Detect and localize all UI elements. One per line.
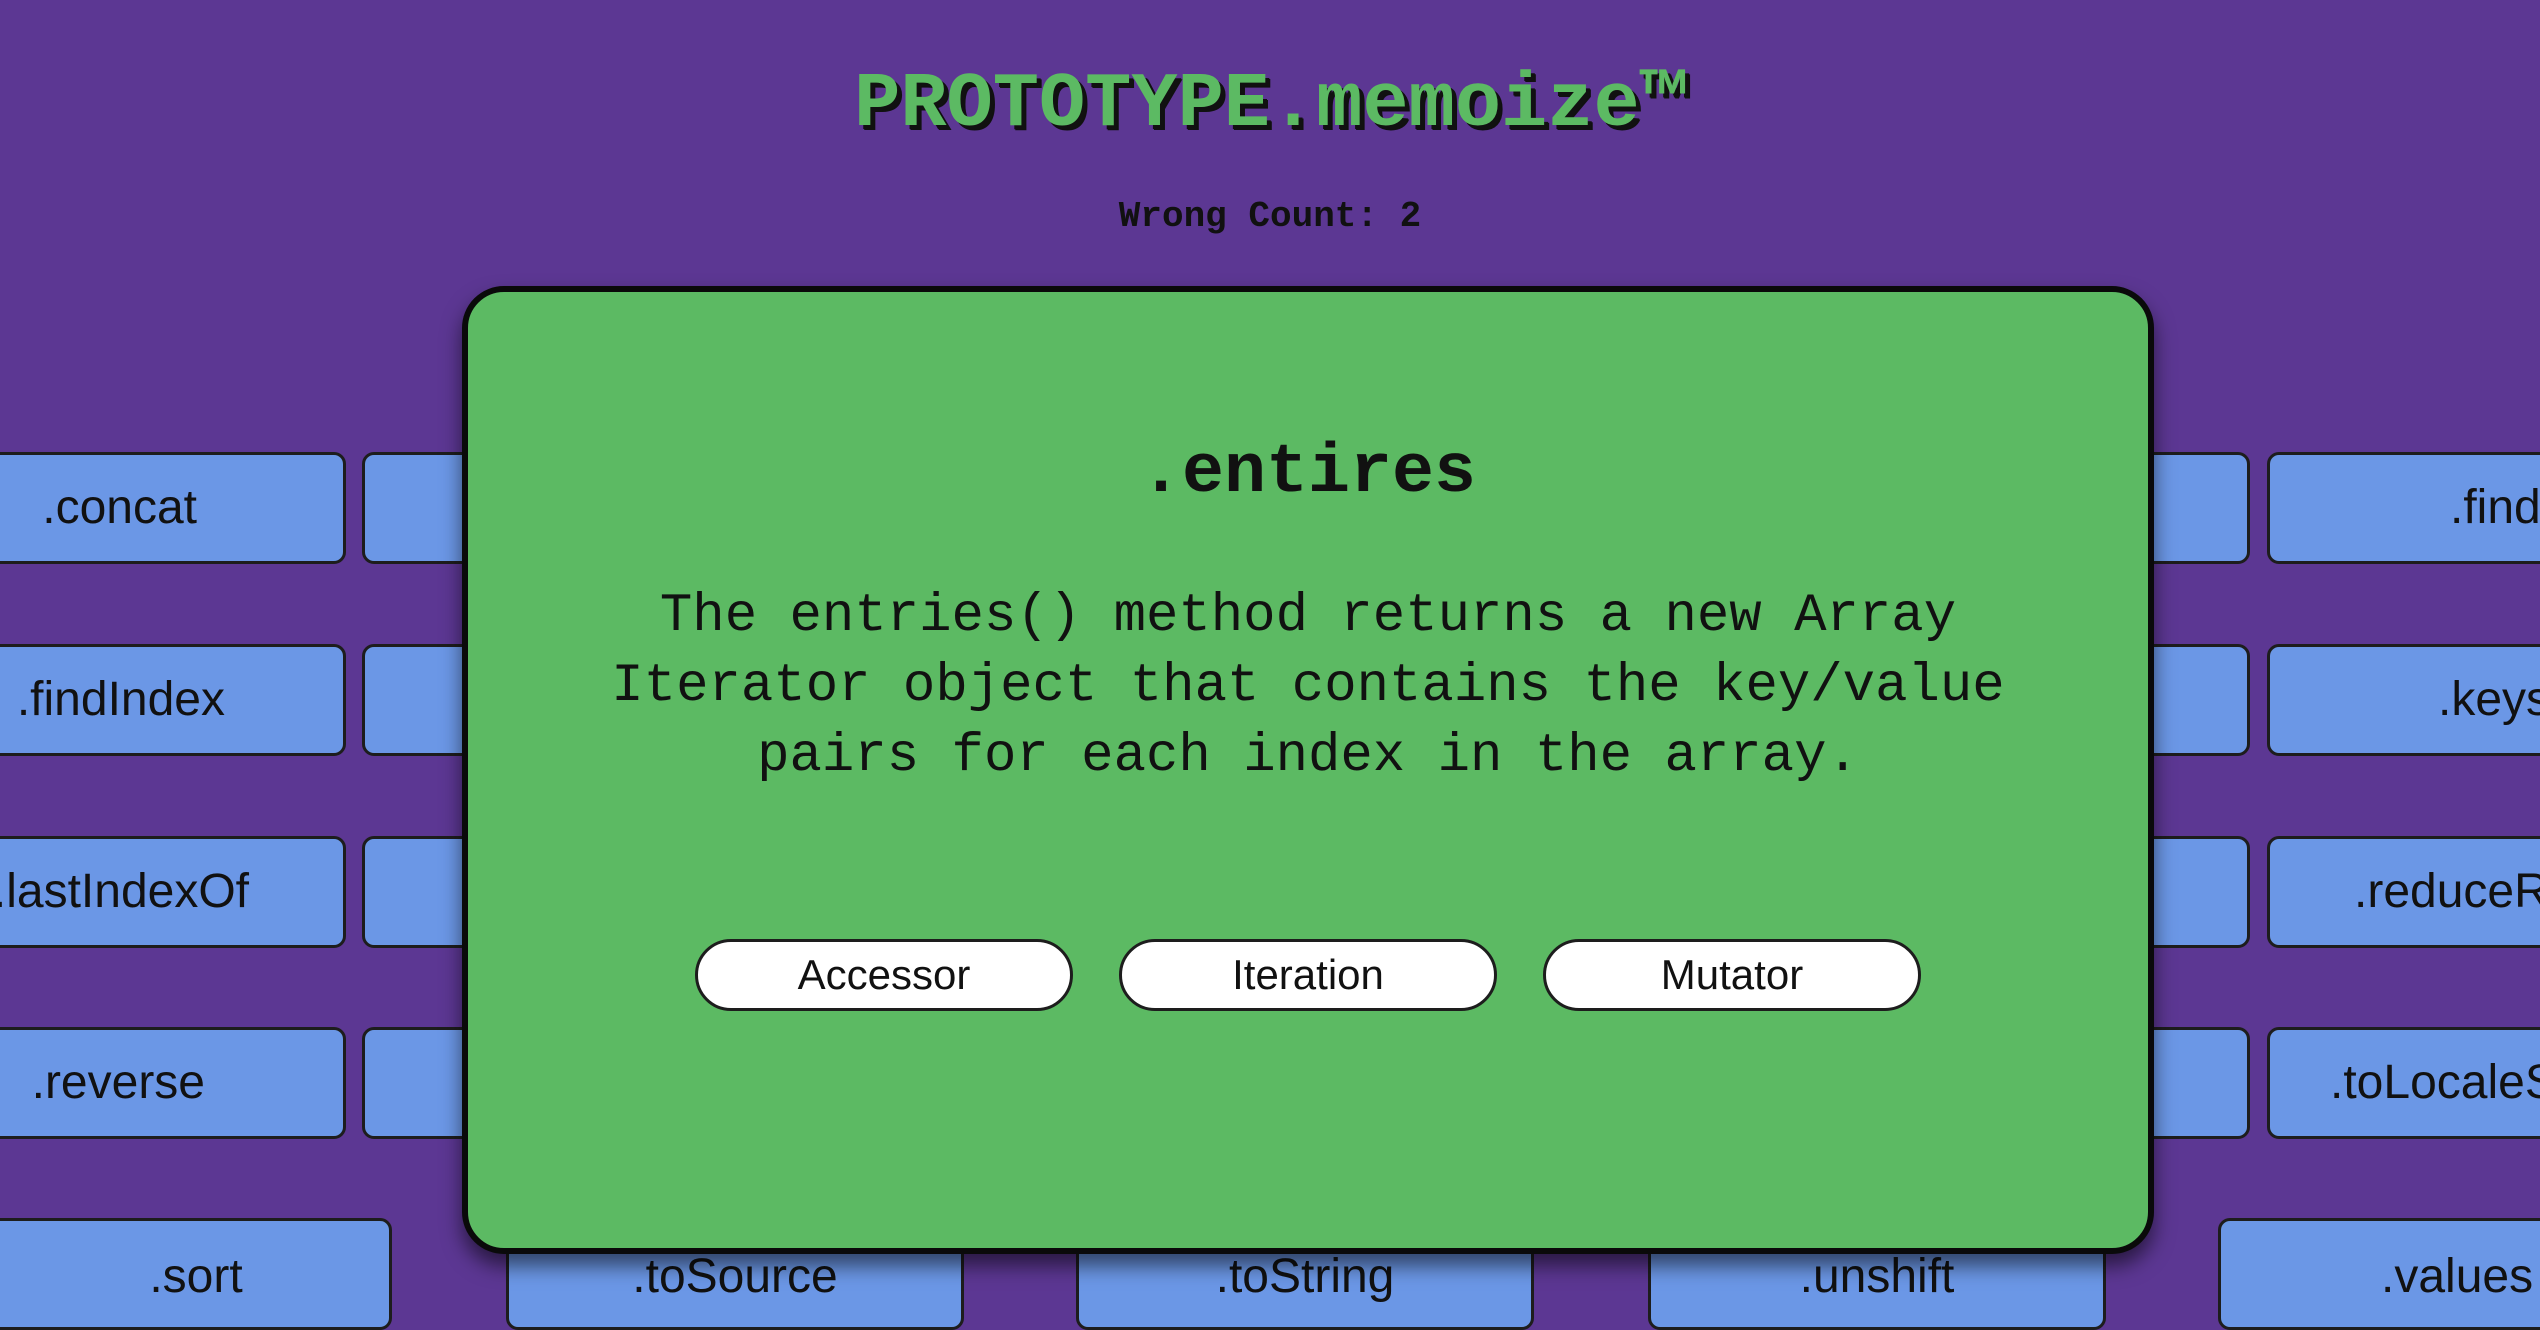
method-card-label: .concat — [42, 481, 197, 534]
method-card-label: .toString — [1215, 1250, 1395, 1303]
accessor-button[interactable]: Accessor — [695, 939, 1073, 1011]
wrong-count: Wrong Count: 2 — [1118, 196, 1422, 237]
method-modal: .entires The entries() method returns a … — [462, 286, 2154, 1254]
method-card-find[interactable]: .find — [2267, 452, 2540, 564]
method-card-reverse[interactable]: .reverse — [0, 1027, 346, 1139]
method-card-values[interactable]: .values — [2218, 1218, 2540, 1330]
method-card-reduceright[interactable]: .reduceR — [2267, 836, 2540, 948]
app-title: PROTOTYPE.memoize™ — [854, 62, 1686, 149]
method-card-tolocalestring[interactable]: .toLocaleS — [2267, 1027, 2540, 1139]
method-card-label: .keys — [2438, 673, 2540, 726]
method-card-label: .reverse — [31, 1056, 205, 1109]
method-description: The entries() method returns a new Array… — [611, 586, 2005, 787]
method-card-label: .lastIndexOf — [0, 865, 249, 918]
iteration-button[interactable]: Iteration — [1119, 939, 1497, 1011]
method-card-label: .sort — [149, 1250, 243, 1303]
method-card-label: .unshift — [1799, 1250, 1955, 1303]
method-card-concat[interactable]: .concat — [0, 452, 346, 564]
method-name: .entires — [1139, 434, 1477, 513]
method-card-label: .reduceR — [2354, 865, 2540, 918]
method-card-lastindexof[interactable]: .lastIndexOf — [0, 836, 346, 948]
method-card-label: .values — [2381, 1250, 2534, 1303]
method-card-label: .find — [2450, 481, 2540, 534]
method-card-sort[interactable]: .sort — [0, 1218, 392, 1330]
method-card-findindex[interactable]: .findIndex — [0, 644, 346, 756]
method-card-label: .findIndex — [16, 673, 225, 726]
method-card-label: .toSource — [632, 1250, 838, 1303]
mutator-button[interactable]: Mutator — [1543, 939, 1921, 1011]
method-card-keys[interactable]: .keys — [2267, 644, 2540, 756]
method-card-label: .toLocaleS — [2330, 1056, 2540, 1109]
